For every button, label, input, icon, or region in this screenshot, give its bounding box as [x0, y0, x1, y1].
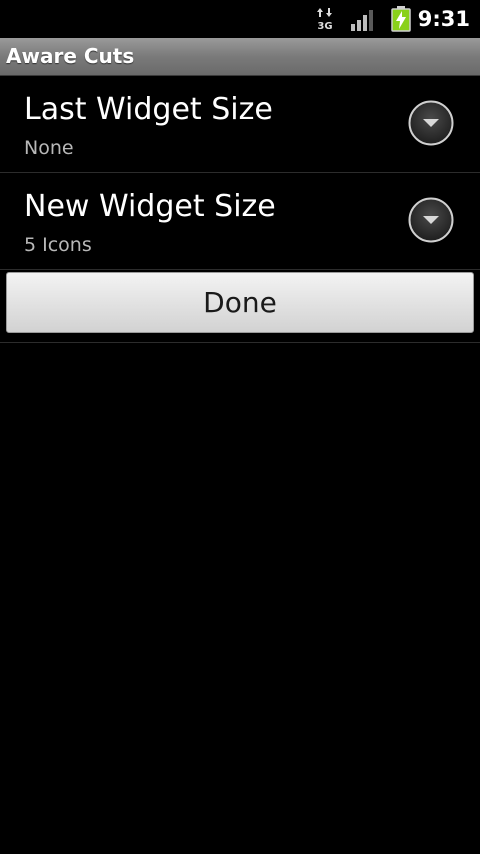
done-row: Done — [0, 270, 480, 343]
done-button[interactable]: Done — [6, 272, 474, 333]
status-clock: 9:31 — [417, 7, 470, 31]
pref-title: New Widget Size — [24, 189, 276, 224]
pref-last-widget-size[interactable]: Last Widget Size None — [0, 76, 480, 173]
pref-new-widget-size[interactable]: New Widget Size 5 Icons — [0, 173, 480, 270]
pref-title: Last Widget Size — [24, 92, 273, 127]
battery-charging-icon — [391, 6, 411, 32]
title-bar: Aware Cuts — [0, 38, 480, 76]
pref-summary: None — [24, 137, 74, 159]
chevron-down-icon[interactable] — [408, 100, 454, 146]
pref-summary: 5 Icons — [24, 234, 92, 256]
svg-text:3G: 3G — [317, 21, 332, 31]
3g-data-icon: 3G — [317, 8, 333, 31]
app-title: Aware Cuts — [6, 44, 135, 68]
chevron-down-icon[interactable] — [408, 197, 454, 243]
status-bar: 3G 9:31 — [0, 0, 480, 38]
signal-strength-icon — [351, 10, 373, 31]
